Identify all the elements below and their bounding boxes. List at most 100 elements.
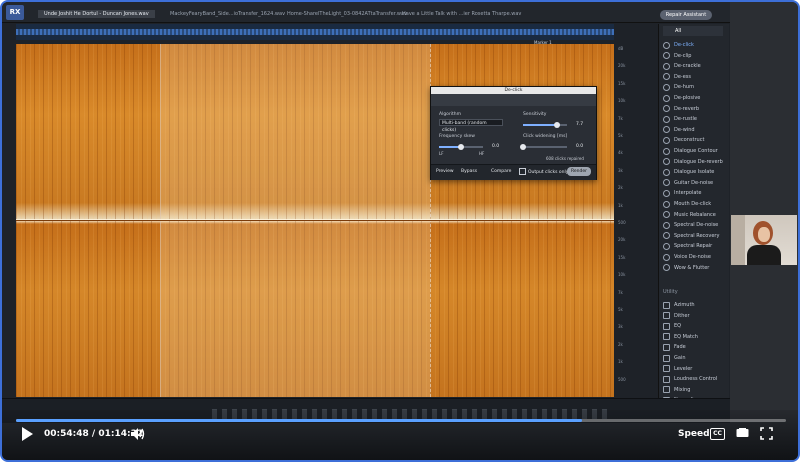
speed-button[interactable]: Speed <box>678 429 710 439</box>
click-widening-value[interactable]: 0.0 <box>576 144 583 149</box>
sensitivity-slider-knob[interactable] <box>553 122 560 128</box>
algorithm-select[interactable]: Multi-band (random clicks) <box>439 119 503 133</box>
ruler-tick: dB <box>618 46 624 51</box>
sensitivity-value[interactable]: 7.7 <box>576 122 583 127</box>
webcam-body <box>747 245 781 265</box>
module-item[interactable]: Voice De-noise <box>663 252 711 262</box>
utility-item[interactable]: EQ <box>663 321 681 331</box>
captions-button[interactable]: CC <box>710 428 725 440</box>
play-icon[interactable] <box>20 426 34 442</box>
utility-item[interactable]: Gain <box>663 353 686 363</box>
module-item[interactable]: Guitar De-noise <box>663 178 713 188</box>
module-filter-value: All <box>675 28 682 34</box>
utility-icon <box>663 333 670 341</box>
file-tab[interactable]: Home-SharelTheLight_03-0842ATtaTransfer.… <box>287 11 407 17</box>
module-item[interactable]: De-clip <box>663 51 691 61</box>
compare-button[interactable]: Compare <box>491 168 511 176</box>
module-icon <box>663 147 670 155</box>
module-label: Interpolate <box>674 190 702 197</box>
module-icon <box>663 83 670 91</box>
module-filter-select[interactable]: All <box>663 26 723 36</box>
utility-item[interactable]: Loudness Control <box>663 374 717 384</box>
module-label: De-clip <box>674 52 692 59</box>
module-item[interactable]: De-reverb <box>663 104 699 114</box>
module-item[interactable]: Dialogue Isolate <box>663 167 714 177</box>
utility-label: Gain <box>674 355 686 361</box>
module-item[interactable]: De-crackle <box>663 61 701 71</box>
utility-icon <box>663 322 670 330</box>
utility-item[interactable]: Azimuth <box>663 300 695 310</box>
module-item[interactable]: De-wind <box>663 125 695 135</box>
module-label: De-click <box>674 42 694 48</box>
module-label: Dialogue Contour <box>674 148 718 154</box>
utility-item[interactable]: Mixing <box>663 385 690 395</box>
frequency-skew-slider-knob[interactable] <box>458 144 464 150</box>
utility-icon <box>663 365 670 373</box>
file-tab[interactable]: Unde Joshit He Dortul - Duncan Jones.wav <box>38 10 155 18</box>
file-tab[interactable]: Have a Little Talk with ...ier Rosetta T… <box>402 11 521 17</box>
module-item[interactable]: De-hum <box>663 82 694 92</box>
utility-item[interactable]: Fade <box>663 342 686 352</box>
module-item[interactable]: De-rustle <box>663 114 697 124</box>
preview-button[interactable]: Preview <box>436 168 454 176</box>
progress-bar[interactable] <box>16 419 786 422</box>
waveform-overview[interactable] <box>16 24 614 40</box>
module-item[interactable]: Mouth De-click <box>663 199 711 209</box>
module-item[interactable]: Spectral Recovery <box>663 231 719 241</box>
module-item[interactable]: Spectral De-noise <box>663 220 718 230</box>
clicks-repaired-text: 608 clicks repaired <box>546 156 584 161</box>
ruler-tick: 500 <box>618 220 626 225</box>
utility-item[interactable]: Dither <box>663 311 690 321</box>
utility-icon <box>663 301 670 309</box>
click-widening-slider-knob[interactable] <box>520 144 526 150</box>
module-label: De-crackle <box>674 63 701 70</box>
module-item[interactable]: Music Rebalance <box>663 210 716 220</box>
module-item[interactable]: Wow & Flutter <box>663 263 709 273</box>
skew-lf-label: LF <box>439 151 444 156</box>
module-item[interactable]: De-click <box>663 40 694 50</box>
ruler-tick: 15k <box>618 254 626 260</box>
time-ruler <box>16 399 614 407</box>
module-icon <box>663 94 670 102</box>
module-label: Spectral Recovery <box>674 232 720 239</box>
utility-item[interactable]: EQ Match <box>663 332 698 342</box>
module-item[interactable]: Interpolate <box>663 188 701 198</box>
module-item[interactable]: De-plosive <box>663 93 700 103</box>
module-item[interactable]: Deconstruct <box>663 135 704 145</box>
module-item[interactable]: De-ess <box>663 72 691 82</box>
module-icon <box>663 158 670 166</box>
fullscreen-icon[interactable] <box>760 427 773 440</box>
module-item[interactable]: Dialogue Contour <box>663 146 718 156</box>
module-item[interactable]: Dialogue De-reverb <box>663 157 723 167</box>
theater-mode-icon[interactable] <box>736 428 749 438</box>
output-clicks-only-checkbox[interactable]: Output clicks only <box>519 168 568 176</box>
utility-icon <box>663 343 670 351</box>
render-button[interactable]: Render <box>567 167 591 176</box>
sensitivity-label: Sensitivity <box>523 112 547 117</box>
file-tab-bar: RX Unde Joshit He Dortul - Duncan Jones.… <box>2 2 730 23</box>
frequency-skew-label: Frequency skew <box>439 134 475 139</box>
utility-label: EQ <box>674 323 682 330</box>
frequency-skew-value[interactable]: 0.0 <box>492 144 499 149</box>
volume-icon[interactable] <box>130 426 146 442</box>
utility-label: Dither <box>674 312 690 319</box>
declick-dialog: De-click Algorithm Multi-band (random cl… <box>430 86 597 180</box>
click-widening-slider[interactable] <box>520 144 567 150</box>
module-icon <box>663 264 670 272</box>
checkbox-icon[interactable] <box>519 168 526 175</box>
utility-item[interactable]: Leveler <box>663 364 692 374</box>
skew-hf-label: HF <box>479 151 485 156</box>
module-item[interactable]: Spectral Repair <box>663 241 712 251</box>
repair-assistant-button[interactable]: Repair Assistant <box>660 10 712 20</box>
bypass-button[interactable]: Bypass <box>461 168 477 176</box>
utility-icon <box>663 312 670 320</box>
sensitivity-slider[interactable] <box>523 122 567 128</box>
module-label: De-hum <box>674 84 694 91</box>
frequency-skew-slider[interactable] <box>439 144 483 150</box>
module-icon <box>663 105 670 113</box>
utility-label: Fade <box>674 344 686 351</box>
ruler-tick: 7k <box>618 289 623 295</box>
file-tab[interactable]: MackeyFearyBand_Side...ioTransfer_1624.w… <box>170 11 285 17</box>
ruler-tick: 3k <box>618 167 623 173</box>
module-label: De-reverb <box>674 105 700 112</box>
